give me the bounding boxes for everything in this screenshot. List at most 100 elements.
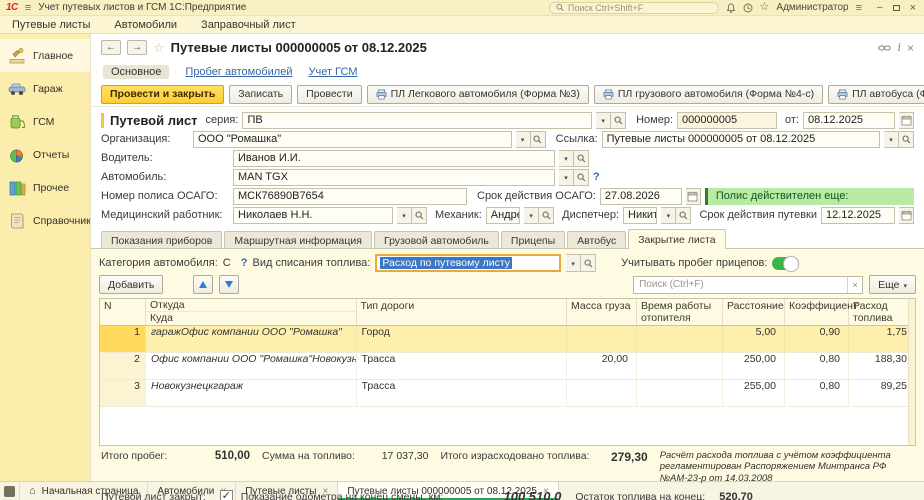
copy-link-icon[interactable] [878,43,891,53]
clear-search-icon[interactable]: × [847,277,862,293]
back-button[interactable] [101,40,121,55]
post-and-close-button[interactable]: Провести и закрыть [101,85,224,104]
dispatcher-dropdown-button[interactable] [661,207,676,224]
add-row-button[interactable]: Добавить [99,275,163,294]
sidebar-item-reports[interactable]: Отчеты [0,138,90,171]
osago-term-field[interactable]: 27.08.2026 [600,188,682,205]
date-field[interactable]: 08.12.2025 [803,112,895,129]
menu-item-refuel-sheet[interactable]: Заправочный лист [201,19,296,31]
col-n[interactable]: N [100,299,146,325]
history-icon[interactable] [743,3,753,13]
notifications-bell-icon[interactable] [726,3,736,13]
medical-worker-field[interactable]: Николаев Н.Н. [233,207,393,224]
sidebar-item-main[interactable]: Главное [0,39,90,72]
favorites-icon[interactable] [760,2,770,13]
medical-dropdown-button[interactable] [397,207,412,224]
sidebar-item-garage[interactable]: Гараж [0,72,90,105]
series-open-button[interactable] [611,112,626,129]
menu-item-waybills[interactable]: Путевые листы [12,19,90,31]
global-search[interactable] [549,2,719,14]
driver-field[interactable]: Иванов И.И. [233,150,555,167]
menu-item-vehicles[interactable]: Автомобили [114,19,177,31]
number-field[interactable]: 000000005 [677,112,777,129]
tab-bus[interactable]: Автобус [567,231,626,249]
forward-button[interactable] [127,40,147,55]
print-bus-form-button[interactable]: ПЛ автобуса (Форма 6спец) [828,85,924,104]
tab-instrument-readings[interactable]: Показания приборов [101,231,222,249]
global-search-input[interactable] [568,3,712,13]
dispatcher-open-button[interactable] [676,207,691,224]
add-favorite-star-icon[interactable] [153,40,165,56]
tab-fuel-accounting[interactable]: Учет ГСМ [308,66,357,78]
post-button[interactable]: Провести [297,85,361,104]
tab-sheet-closing[interactable]: Закрытие листа [628,229,725,249]
odometer-end-value[interactable]: 100 510,0 [443,489,561,500]
ref-dropdown-button[interactable] [884,131,899,148]
windows-menu-button[interactable] [0,482,20,500]
minimize-icon[interactable] [877,2,883,13]
vehicle-dropdown-button[interactable] [559,169,574,186]
driver-dropdown-button[interactable] [559,150,574,167]
tab-main[interactable]: Основное [103,65,169,79]
close-window-icon[interactable] [910,2,916,14]
sidebar-item-fuel[interactable]: ГСМ [0,105,90,138]
mechanic-dropdown-button[interactable] [524,207,539,224]
col-cargo-weight[interactable]: Масса груза [567,299,637,325]
osago-number-field[interactable]: МСК76890В7654 [233,188,467,205]
trailer-mileage-toggle[interactable] [772,257,799,270]
print-car-form-button[interactable]: ПЛ Легкового автомобиля (Форма №3) [367,85,589,104]
tab-trailers[interactable]: Прицепы [501,231,565,249]
series-dropdown-button[interactable] [596,112,611,129]
osago-calendar-button[interactable] [686,188,701,205]
fuel-writeoff-open-button[interactable] [581,254,596,272]
table-search-input[interactable] [634,279,847,290]
ref-open-button[interactable] [899,131,914,148]
vehicle-open-button[interactable] [574,169,589,186]
tab-truck[interactable]: Грузовой автомобиль [374,231,499,249]
close-document-icon[interactable] [907,41,914,55]
table-row[interactable]: 1 гаражОфис компании ООО "Ромашка" Город… [100,326,915,353]
col-coefficient[interactable]: Коэффициент [785,299,849,325]
maximize-icon[interactable] [893,5,900,11]
waybill-term-calendar-button[interactable] [899,207,914,224]
col-fuel-consumption[interactable]: Расход топлива [849,299,915,325]
table-search[interactable]: × [633,276,863,294]
sidebar-item-catalogs[interactable]: Справочники [0,204,90,237]
dispatcher-field[interactable]: Никитин Н.Н. [623,207,657,224]
table-more-button[interactable]: Еще [869,275,916,294]
settings-menu-icon[interactable] [856,2,862,14]
tab-vehicle-mileage[interactable]: Пробег автомобилей [185,66,292,78]
vehicle-field[interactable]: MAN TGX [233,169,555,186]
table-scrollbar[interactable] [908,299,915,445]
table-row[interactable]: 3 Новокузнецкгараж Трасса 255,00 0,80 89… [100,380,915,407]
col-distance[interactable]: Расстояние [723,299,785,325]
series-field[interactable]: ПВ [242,112,592,129]
move-row-down-button[interactable] [219,275,239,294]
info-icon[interactable]: i [897,41,901,54]
save-button[interactable]: Записать [229,85,292,104]
fuel-writeoff-combo[interactable]: Расход по путевому листу [375,254,561,272]
print-truck-form-button[interactable]: ПЛ грузового автомобиля (Форма №4-с) [594,85,823,104]
tab-route-info[interactable]: Маршрутная информация [224,231,372,249]
date-calendar-button[interactable] [899,112,914,129]
help-question-icon[interactable]: ? [241,257,248,269]
main-menu-icon[interactable] [25,2,31,14]
organization-field[interactable]: ООО "Ромашка" [193,131,512,148]
move-row-up-button[interactable] [193,275,213,294]
col-from-to[interactable]: Откуда Куда [146,299,357,325]
sheet-closed-checkbox[interactable] [220,490,233,500]
medical-open-button[interactable] [412,207,427,224]
waybill-term-field[interactable]: 12.12.2025 [821,207,895,224]
organization-open-button[interactable] [531,131,546,148]
col-road-type[interactable]: Тип дороги [357,299,568,325]
ref-field[interactable]: Путевые листы 000000005 от 08.12.2025 [602,131,880,148]
mechanic-field[interactable]: Андреев А.А. [486,207,520,224]
mechanic-open-button[interactable] [539,207,554,224]
table-row[interactable]: 2 Офис компании ООО "Ромашка"Новокузнецк… [100,353,915,380]
fuel-writeoff-dropdown-button[interactable] [566,254,581,272]
driver-open-button[interactable] [574,150,589,167]
help-question-icon[interactable]: ? [593,171,600,183]
current-user[interactable]: Администратор [776,2,848,13]
col-heater-time[interactable]: Время работы отопителя [637,299,723,325]
sidebar-item-other[interactable]: Прочее [0,171,90,204]
